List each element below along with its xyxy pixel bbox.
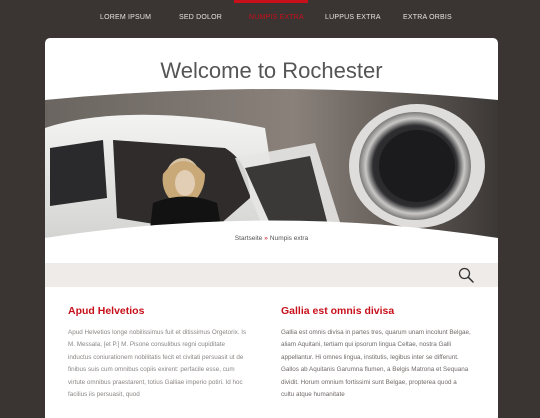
nav-item-extra-orbis[interactable]: EXTRA ORBIS [403, 14, 452, 21]
content-card: Welcome to Rochester Startseite» Numpis e… [45, 38, 498, 418]
column-text-right: Gallia est omnis divisa in partes tres, … [281, 329, 471, 399]
nav-item-sed-dolor[interactable]: SED DOLOR [179, 14, 222, 21]
nav-item-lorem-ipsum[interactable]: LOREM IPSUM [100, 14, 151, 21]
nav-item-luppus-extra[interactable]: LUPPUS EXTRA [325, 14, 381, 21]
content-column-right: Gallia est omnis divisa Gallia est omnis… [281, 305, 471, 401]
column-heading-right: Gallia est omnis divisa [281, 305, 395, 317]
content-column-left: Apud Helvetios Apud Helvetios longe nobi… [68, 305, 248, 401]
search-bar [45, 263, 498, 287]
search-icon[interactable] [458, 267, 474, 283]
column-text-left: Apud Helvetios longe nobilissimus fuit e… [68, 329, 247, 399]
breadcrumb: Startseite» Numpis extra [45, 235, 498, 242]
page-title: Welcome to Rochester [160, 58, 383, 83]
breadcrumb-current: Numpis extra [269, 235, 309, 242]
active-nav-indicator [234, 0, 308, 3]
nav-item-numpis-extra[interactable]: NUMPIS EXTRA [249, 14, 304, 21]
breadcrumb-home-link[interactable]: Startseite [235, 235, 262, 242]
hero-image [45, 88, 498, 258]
top-navigation: LOREM IPSUM SED DOLOR NUMPIS EXTRA LUPPU… [0, 0, 540, 38]
breadcrumb-separator: » [264, 235, 268, 242]
column-heading-left: Apud Helvetios [68, 305, 145, 317]
